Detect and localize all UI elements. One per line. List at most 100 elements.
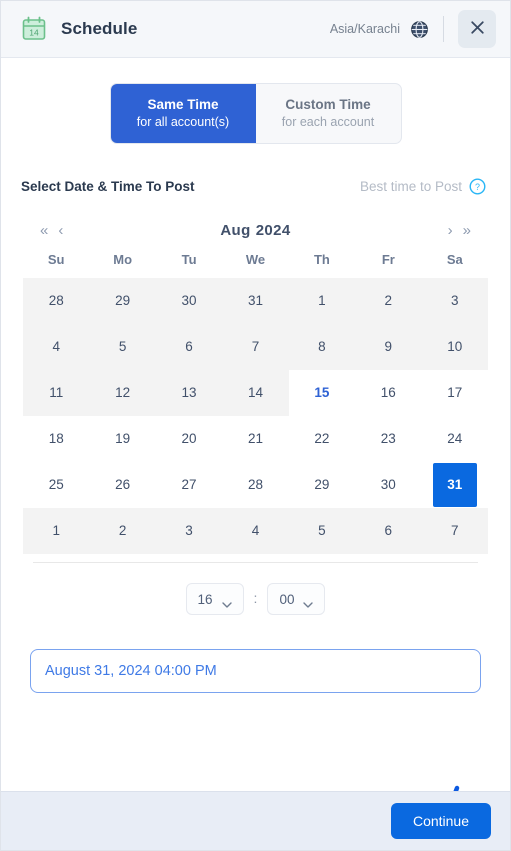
calendar-day-label: 8 xyxy=(318,339,326,355)
calendar-day-cell: 29 xyxy=(89,278,156,325)
calendar-day-cell: 2 xyxy=(355,278,422,325)
tab-same-time-title: Same Time xyxy=(147,97,219,112)
calendar-day-label: 25 xyxy=(48,477,64,493)
calendar-day-cell: 1 xyxy=(288,278,356,325)
date-picker-calendar: « ‹ Aug 2024 › » Su Mo Tu We Th Fr Sa 28 29 30 31 1… xyxy=(23,217,488,616)
globe-icon[interactable] xyxy=(410,20,429,39)
modal-body: Same Time for all account(s) Custom Time… xyxy=(1,58,510,791)
best-time-label: Best time to Post xyxy=(359,179,462,195)
calendar-day-label: 11 xyxy=(49,385,64,401)
calendar-week-row: 1 2 3 4 5 6 7 xyxy=(23,508,488,555)
help-circle-icon[interactable]: ? xyxy=(469,178,486,195)
continue-button[interactable]: Continue xyxy=(390,803,491,839)
chevron-down-icon xyxy=(221,596,232,609)
calendar-weekday-su: Su xyxy=(47,252,65,268)
calendar-day-cell: 5 xyxy=(89,324,156,371)
calendar-day-cell[interactable]: 21 xyxy=(222,416,288,462)
calendar-day-cell[interactable]: 30 xyxy=(355,462,421,508)
tab-same-time[interactable]: Same Time for all account(s) xyxy=(110,84,256,144)
prev-month-button[interactable]: ‹ xyxy=(53,223,68,238)
calendar-day-cell: 2 xyxy=(89,508,156,555)
calendar-day-cell[interactable]: 18 xyxy=(23,416,89,462)
calendar-day-cell: 11 xyxy=(23,370,90,417)
calendar-day-label: 7 xyxy=(251,339,260,355)
calendar-day-cell[interactable]: 15 xyxy=(289,370,355,416)
calendar-year-label: 2024 xyxy=(255,221,291,239)
calendar-day-label: 3 xyxy=(185,523,193,539)
calendar-month-year: Aug 2024 xyxy=(68,222,442,239)
calendar-day-label: 9 xyxy=(384,339,393,355)
best-time-group: Best time to Post ? xyxy=(360,178,486,195)
calendar-day-label: 21 xyxy=(247,431,263,447)
calendar-day-label: 6 xyxy=(185,339,193,355)
calendar-day-cell[interactable]: 17 xyxy=(422,370,488,416)
header-divider xyxy=(443,16,444,42)
calendar-divider xyxy=(33,562,478,564)
hour-select[interactable]: 16 xyxy=(185,583,244,616)
selected-datetime-field[interactable]: August 31, 2024 04:00 PM xyxy=(30,649,481,694)
calendar-day-cell[interactable]: 22 xyxy=(289,416,355,462)
calendar-day-label: 24 xyxy=(447,431,463,447)
calendar-day-cell: 7 xyxy=(222,324,289,371)
calendar-day-label: 10 xyxy=(447,339,463,355)
calendar-day-label: 1 xyxy=(318,293,326,309)
next-month-button[interactable]: › xyxy=(443,223,458,238)
calendar-day-cell[interactable]: 25 xyxy=(23,462,89,508)
calendar-day-cell[interactable]: 28 xyxy=(222,462,288,508)
calendar-month-label: Aug xyxy=(220,221,251,239)
calendar-day-label: 29 xyxy=(115,293,131,309)
calendar-day-cell[interactable]: 29 xyxy=(289,462,355,508)
calendar-day-cell[interactable]: 23 xyxy=(355,416,421,462)
calendar-day-cell[interactable]: 16 xyxy=(355,370,421,416)
mode-toggle: Same Time for all account(s) Custom Time… xyxy=(109,83,402,145)
calendar-weekday-th: Th xyxy=(313,252,330,268)
calendar-day-cell: 3 xyxy=(421,278,488,325)
calendar-day-label: 27 xyxy=(181,477,197,493)
calendar-day-cell[interactable]: 31 xyxy=(422,462,488,508)
calendar-week-row: 4 5 6 7 8 9 10 xyxy=(23,324,488,371)
calendar-day-cell: 6 xyxy=(155,324,223,371)
calendar-weekday-fr: Fr xyxy=(381,252,395,268)
tab-custom-time[interactable]: Custom Time for each account xyxy=(256,84,401,143)
calendar-day-cell: 13 xyxy=(155,370,223,417)
calendar-weekday-mo: Mo xyxy=(113,252,133,268)
minute-select[interactable]: 00 xyxy=(267,583,326,616)
calendar-day-cell[interactable]: 27 xyxy=(156,462,222,508)
calendar-day-cell[interactable]: 20 xyxy=(156,416,222,462)
calendar-day-label: 2 xyxy=(118,523,127,539)
close-button[interactable] xyxy=(458,10,496,48)
prev-year-button[interactable]: « xyxy=(35,223,53,238)
calendar-day-label: 23 xyxy=(380,431,396,447)
calendar-icon: 14 xyxy=(21,16,47,42)
calendar-day-label: 28 xyxy=(48,293,64,309)
tab-same-time-subtitle: for all account(s) xyxy=(136,114,230,129)
calendar-week-row: 11 12 13 14 15 16 17 xyxy=(23,370,488,417)
calendar-body: 28 29 30 31 1 2 3 4 5 6 7 8 9 10 11 12 13 14 15 16 17 18 19 20 2… xyxy=(23,278,488,555)
calendar-day-label: 31 xyxy=(247,293,263,309)
calendar-day-cell: 14 xyxy=(222,370,289,417)
calendar-day-label: 4 xyxy=(52,339,60,355)
calendar-day-cell[interactable]: 26 xyxy=(89,462,155,508)
calendar-day-label: 4 xyxy=(251,523,260,539)
hour-value: 16 xyxy=(197,591,213,607)
calendar-day-cell: 30 xyxy=(155,278,223,325)
minute-value: 00 xyxy=(279,591,295,607)
calendar-day-cell: 7 xyxy=(421,508,488,555)
mode-toggle-wrapper: Same Time for all account(s) Custom Time… xyxy=(1,58,510,145)
calendar-weekday-sa: Sa xyxy=(446,252,463,268)
annotation-arrow-icon xyxy=(415,785,475,791)
calendar-day-label: 30 xyxy=(181,293,197,309)
calendar-day-label: 31 xyxy=(432,463,477,508)
calendar-day-cell: 12 xyxy=(89,370,156,417)
calendar-day-cell[interactable]: 24 xyxy=(422,416,488,462)
next-year-button[interactable]: » xyxy=(458,223,476,238)
selected-datetime-wrapper: August 31, 2024 04:00 PM xyxy=(1,615,510,694)
calendar-day-cell[interactable]: 19 xyxy=(89,416,155,462)
calendar-day-label: 6 xyxy=(384,523,393,539)
modal-header: 14 Schedule Asia/Karachi xyxy=(1,1,510,58)
schedule-modal: 14 Schedule Asia/Karachi Same Time for a… xyxy=(0,0,511,851)
page-title: Schedule xyxy=(61,19,138,38)
calendar-day-cell: 4 xyxy=(23,324,90,371)
time-separator: : xyxy=(253,590,258,607)
calendar-day-label: 15 xyxy=(314,385,330,401)
